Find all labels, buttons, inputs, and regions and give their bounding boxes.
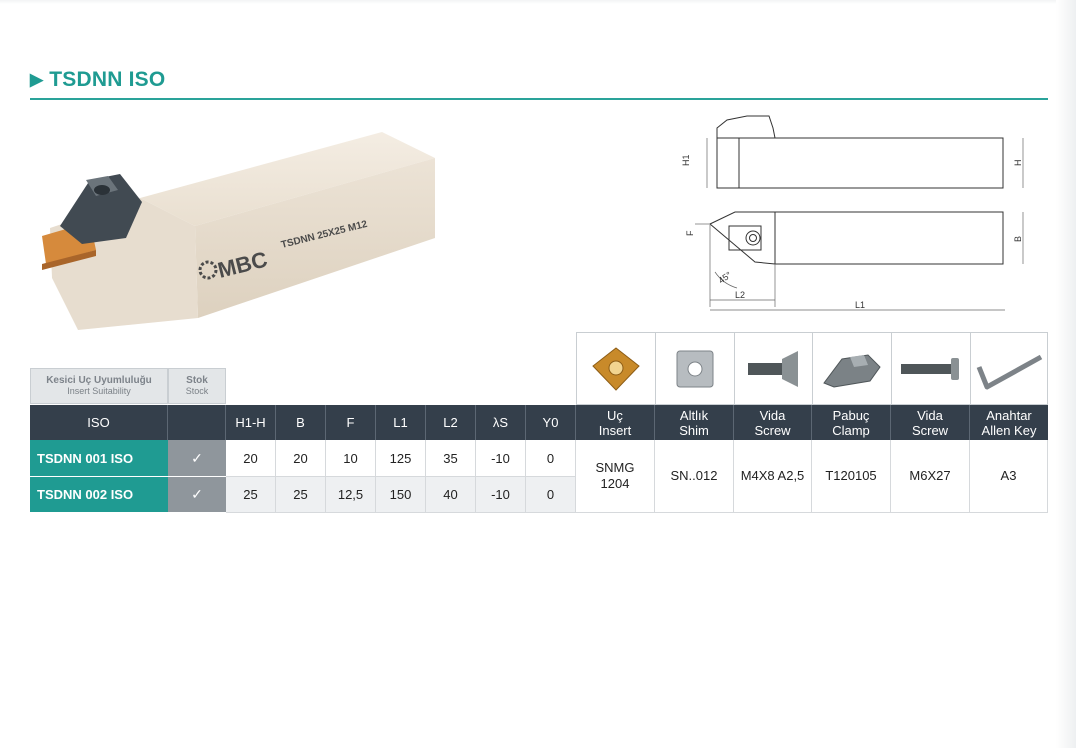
clamp-tr: Pabuç [832,407,870,423]
row2-stock-check: ✓ [168,477,226,513]
l1-label: L1 [393,415,408,430]
clamp-en: Clamp [832,422,870,438]
col-header-shim: Altlık Shim [655,405,734,440]
f-label: F [346,415,355,430]
insert-image-cell [576,332,655,405]
row1-l2: 35 [426,440,476,477]
shim-tr: Altlık [679,407,709,423]
screw-icon [747,350,798,387]
row2-h1h: 25 [226,477,276,513]
screw-en: Screw [754,422,791,438]
b-label: B [296,415,305,430]
play-arrow-icon: ▶ [30,70,44,89]
clamp-image-cell [812,332,891,405]
screw2-en: Screw [911,422,949,438]
screw-tr: Vida [759,407,786,423]
row2-y0: 0 [526,477,576,513]
title-underline [30,98,1048,100]
col-header-lambda-s: λS [476,405,526,440]
allen-key-icon [976,354,1043,389]
col-header-y0: Y0 [526,405,576,440]
tool-holder-photo: MBC TSDNN 25X25 M12 [42,132,435,330]
screw2-image-cell [891,332,970,405]
row2-lambda-s: -10 [476,477,526,513]
row2-l2: 40 [426,477,476,513]
insert-icon [592,346,640,391]
page-edge-shadow [1056,0,1076,748]
insert-value-line2: 1204 [600,476,630,491]
suitability-tr: Kesici Uç Uyumluluğu [46,375,152,386]
dim-angle: 45° [716,269,733,285]
row1-code[interactable]: TSDNN 001 ISO [30,440,168,477]
col-header-allen-key: Anahtar Allen Key [970,405,1048,440]
col-header-clamp: Pabuç Clamp [812,405,891,440]
col-header-h1h: H1-H [226,405,276,440]
iso-label: ISO [87,415,110,430]
dim-l2: L2 [735,290,745,300]
section-title-text: TSDNN ISO [49,68,166,91]
row1-lambda-s: -10 [476,440,526,477]
col-header-screw2: Vida Screw [891,405,970,440]
col-header-stock-blank [168,405,226,440]
col-header-b: B [276,405,326,440]
row1-y0: 0 [526,440,576,477]
insert-tr: Uç [607,407,623,423]
dim-h1: H1 [681,154,691,166]
row1-h1h: 20 [226,440,276,477]
shim-en: Shim [679,422,709,438]
key-en: Allen Key [981,422,1037,438]
col-header-screw: Vida Screw [734,405,812,440]
insert-suitability-header: Kesici Uç Uyumluluğu Insert Suitability [30,368,168,404]
screw2-tr: Vida [917,407,943,423]
stock-en: Stock [185,386,209,396]
insert-en: Insert [598,422,632,438]
row1-f: 10 [326,440,376,477]
stock-tr: Stok [186,375,208,386]
col-header-l1: L1 [376,405,426,440]
section-title: ▶ TSDNN ISO [30,68,165,92]
insert-value: SNMG 1204 [576,440,655,513]
clamp-value: T120105 [812,440,891,513]
top-shadow [0,0,1056,4]
col-header-l2: L2 [426,405,476,440]
col-header-iso: ISO [30,405,168,440]
screw2-value: M6X27 [891,440,970,513]
dim-l1: L1 [855,300,865,310]
row2-b: 25 [276,477,326,513]
y0-label: Y0 [542,415,559,430]
dim-f: F [685,230,695,236]
allen-key-value: A3 [970,440,1048,513]
clamp-icon [823,353,881,388]
allen-key-image-cell [970,332,1048,405]
l2-label: L2 [443,415,458,430]
key-tr: Anahtar [986,407,1032,423]
col-header-f: F [326,405,376,440]
h1h-label: H1-H [235,415,266,430]
screw-image-cell [734,332,812,405]
row1-l1: 125 [376,440,426,477]
row2-code[interactable]: TSDNN 002 ISO [30,477,168,513]
col-header-insert: Uç Insert [576,405,655,440]
insert-value-line1: SNMG [595,460,635,475]
row1-b: 20 [276,440,326,477]
row2-f: 12,5 [326,477,376,513]
shim-value: SN..012 [655,440,734,513]
row1-stock-check: ✓ [168,440,226,477]
dim-b: B [1013,236,1023,242]
dimension-drawing: H1 H F B 45° L2 L1 [681,115,1024,311]
lambda-s-label: λS [492,415,509,430]
shim-image-cell [655,332,734,405]
stock-header: Stok Stock [168,368,226,404]
dim-h: H [1013,160,1023,167]
row2-l1: 150 [376,477,426,513]
screw-long-icon [901,357,959,380]
screw-value: M4X8 A2,5 [734,440,812,513]
shim-icon [676,350,714,387]
suitability-en: Insert Suitability [67,386,131,396]
